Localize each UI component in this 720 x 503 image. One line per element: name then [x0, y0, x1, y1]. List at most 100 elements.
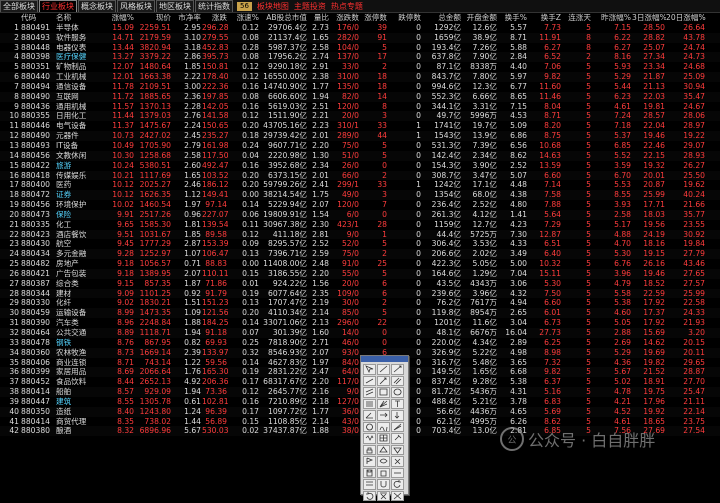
ray-tool[interactable] [391, 364, 404, 375]
hide-tool[interactable] [377, 456, 390, 467]
tab-5[interactable]: 统计指数 [195, 0, 233, 12]
speed-tool[interactable] [391, 421, 404, 432]
column-header[interactable]: 名称 [56, 13, 102, 23]
ellipse-tool[interactable] [391, 387, 404, 398]
table-row[interactable]: 18 880472 证券 10.12 1626.35 1.12 149.41 0.00 3821… [0, 190, 720, 201]
table-row[interactable]: 33 880478 钢铁 8.76 867.95 0.82 69.93 0.25 7818.90… [0, 338, 720, 348]
tab-extra-1[interactable]: 主题投资 [292, 1, 328, 12]
up-arrow-tool[interactable] [377, 444, 390, 455]
wave-tool[interactable] [363, 433, 376, 444]
clear-tool[interactable] [377, 490, 390, 501]
line-tool[interactable] [377, 364, 390, 375]
arrow-tool[interactable] [377, 375, 390, 386]
price-tool[interactable] [377, 410, 390, 421]
style-tool[interactable] [363, 479, 376, 490]
column-header[interactable]: 量比 [308, 13, 330, 23]
table-row[interactable]: 3 880448 电器仪表 13.44 3820.94 3.18 452.83 0.28 598… [0, 43, 720, 53]
width-tool[interactable] [391, 467, 404, 478]
column-header[interactable]: 跌停数 [388, 13, 422, 23]
column-header[interactable]: 涨幅% [102, 13, 135, 23]
tab-extra-0[interactable]: 板块地图 [255, 1, 291, 12]
column-header[interactable]: 昨涨幅% [592, 13, 632, 23]
column-header[interactable]: 市净率 [172, 13, 202, 23]
table-row[interactable]: 28 880344 建材 9.09 1101.25 0.92 91.79 0.19 6077.6… [0, 288, 720, 299]
table-row[interactable]: 17 880400 医药 10.12 2025.27 2.46 186.12 0.20 5979… [0, 180, 720, 190]
table-row[interactable]: 30 880459 运输设备 8.99 1473.35 1.09 121.56 0.20 411… [0, 308, 720, 319]
table-row[interactable]: 7 880494 通信设备 11.78 2109.51 3.00 222.36 0.16 147… [0, 82, 720, 92]
channel-tool[interactable] [363, 387, 376, 398]
column-header[interactable]: 连涨天 [562, 13, 592, 23]
column-header[interactable]: 总金额 [422, 13, 462, 23]
table-row[interactable]: 6 880440 工业机械 12.01 1663.38 2.22 178.40 0.12 165… [0, 72, 720, 82]
circle-tool[interactable] [363, 421, 376, 432]
tab-2[interactable]: 概念板块 [78, 0, 116, 12]
column-header[interactable] [0, 13, 20, 23]
table-row[interactable]: 2 880493 软件服务 14.71 2179.59 3.10 279.55 0.08 211… [0, 32, 720, 43]
redo-tool[interactable] [363, 490, 376, 501]
column-header[interactable]: 涨跌 [202, 13, 228, 23]
tab-4[interactable]: 地区板块 [156, 0, 194, 12]
table-row[interactable]: 9 880436 通用机械 11.57 1370.13 2.28 142.05 0.16 561… [0, 102, 720, 112]
delete-tool[interactable] [391, 456, 404, 467]
table-row[interactable]: 23 880430 航空 9.45 1777.29 2.87 153.39 0.09 8295.… [0, 239, 720, 249]
column-header[interactable]: 现价 [135, 13, 172, 23]
column-header[interactable]: 20日涨幅% [666, 13, 706, 23]
table-row[interactable]: 21 880335 化工 9.65 1585.30 1.81 139.54 0.11 30967… [0, 220, 720, 230]
tab-3[interactable]: 风格板块 [117, 0, 155, 12]
table-row[interactable]: 29 880330 化纤 9.02 1830.21 1.51 151.23 0.13 1707.… [0, 298, 720, 308]
table-row[interactable]: 26 880421 广告包装 9.18 1389.95 2.07 110.11 0.15 318… [0, 268, 720, 279]
table-row[interactable]: 32 880464 公共交通 8.89 1118.71 1.94 91.18 0.07 301.… [0, 328, 720, 338]
angle-tool[interactable] [363, 410, 376, 421]
time-tool[interactable] [391, 410, 404, 421]
undo-tool[interactable] [391, 479, 404, 490]
lock-tool[interactable] [363, 444, 376, 455]
table-row[interactable]: 20 880473 保险 9.91 2517.26 0.96 227.07 0.06 19809… [0, 209, 720, 220]
column-header[interactable]: 代码 [20, 13, 56, 23]
column-header[interactable]: 涨跌数 [330, 13, 360, 23]
down-arrow-tool[interactable] [391, 444, 404, 455]
column-header[interactable]: 涨速% [228, 13, 260, 23]
erase-tool[interactable] [391, 433, 404, 444]
table-row[interactable]: 25 880482 房地产 9.18 1056.57 0.71 88.83 0.00 11408… [0, 259, 720, 269]
table-row[interactable]: 15 880422 旅游 10.24 5380.51 2.60 492.47 0.16 3952… [0, 161, 720, 171]
column-header[interactable]: AB股总市值 [260, 13, 308, 23]
magnet-tool[interactable] [377, 479, 390, 490]
table-row[interactable]: 19 880456 环境保护 10.02 1460.54 1.97 97.14 0.14 522… [0, 200, 720, 210]
column-header[interactable]: 涨停数 [360, 13, 388, 23]
table-row[interactable]: 5 880351 矿物制品 12.07 1480.64 1.85 150.81 0.12 929… [0, 62, 720, 72]
tab-0[interactable]: 全部板块 [0, 0, 38, 12]
drawing-toolbox[interactable] [360, 355, 409, 501]
column-header[interactable]: 换手% [498, 13, 528, 23]
table-row[interactable]: 8 880490 互联网 11.72 1885.65 2.36 197.85 0.08 6606… [0, 91, 720, 102]
save-tool[interactable] [363, 467, 376, 478]
grid-tool[interactable] [377, 433, 390, 444]
column-header[interactable]: 换手Z [528, 13, 562, 23]
table-row[interactable]: 31 880390 汽车类 8.96 2248.84 1.88 184.25 0.14 3307… [0, 318, 720, 328]
rect-tool[interactable] [377, 387, 390, 398]
segment-tool[interactable] [363, 375, 376, 386]
table-row[interactable]: 16 880418 传媒娱乐 10.21 1117.69 1.65 103.52 0.20 63… [0, 170, 720, 181]
tab-1[interactable]: 行业板块 [39, 0, 77, 12]
gann-tool[interactable] [377, 398, 390, 409]
table-row[interactable]: 13 880493 IT设备 10.49 1705.90 2.79 161.98 0.24 96… [0, 141, 720, 151]
table-row[interactable]: 22 880423 酒店餐饮 9.51 1031.67 1.85 89.58 0.12 411.… [0, 229, 720, 240]
table-row[interactable]: 1 880491 半导体 15.09 2259.51 2.95 296.28 0.12 2970… [0, 23, 720, 33]
cursor-tool[interactable] [363, 364, 376, 375]
table-row[interactable]: 27 880387 综合类 9.15 857.35 1.87 71.86 0.01 924.22… [0, 279, 720, 289]
fib-tool[interactable] [363, 398, 376, 409]
column-header[interactable]: 开盘金额 [462, 13, 498, 23]
table-row[interactable]: 4 880398 医疗保健 13.27 3379.22 2.86 395.73 0.08 179… [0, 52, 720, 63]
table-row[interactable]: 10 880355 日用化工 11.44 1379.03 2.76 141.58 0.12 15… [0, 111, 720, 122]
color-tool[interactable] [377, 467, 390, 478]
table-row[interactable]: 24 880434 多元金融 9.28 1252.97 1.07 106.47 0.13 739… [0, 249, 720, 260]
cycle-tool[interactable] [377, 421, 390, 432]
mark-tool[interactable] [363, 456, 376, 467]
table-row[interactable]: 12 880490 元器件 10.73 2427.02 2.45 235.27 0.18 297… [0, 131, 720, 141]
tab-extra-2[interactable]: 热点专题 [329, 1, 365, 12]
table-row[interactable]: 14 880456 文教休闲 10.30 1258.68 2.58 117.50 0.04 22… [0, 150, 720, 161]
parallel-tool[interactable] [391, 375, 404, 386]
table-row[interactable]: 11 880446 电气设备 11.37 1475.67 2.24 150.65 0.20 43… [0, 121, 720, 131]
column-header[interactable]: 3日涨幅% [632, 13, 666, 23]
text-tool[interactable] [391, 398, 404, 409]
close-tool[interactable] [391, 490, 404, 501]
